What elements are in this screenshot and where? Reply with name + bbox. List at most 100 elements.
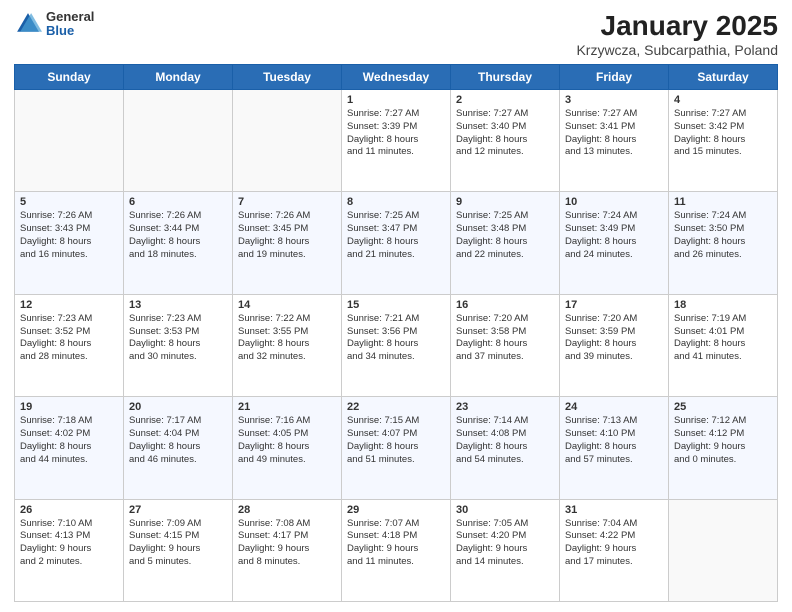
header-sunday: Sunday xyxy=(15,65,124,90)
calendar-cell: 21 Sunrise: 7:16 AM Sunset: 4:05 PM Dayli… xyxy=(233,397,342,499)
days-header-row: Sunday Monday Tuesday Wednesday Thursday… xyxy=(15,65,778,90)
calendar-subtitle: Krzywcza, Subcarpathia, Poland xyxy=(576,42,778,58)
calendar-cell: 22 Sunrise: 7:15 AM Sunset: 4:07 PM Dayli… xyxy=(342,397,451,499)
day-number: 12 xyxy=(20,299,118,311)
day-info: Sunrise: 7:26 AM Sunset: 3:44 PM Dayligh… xyxy=(129,210,227,261)
calendar-week-5: 26 Sunrise: 7:10 AM Sunset: 4:13 PM Dayli… xyxy=(15,499,778,601)
day-number: 11 xyxy=(674,196,772,208)
day-info: Sunrise: 7:27 AM Sunset: 3:42 PM Dayligh… xyxy=(674,108,772,159)
day-info: Sunrise: 7:19 AM Sunset: 4:01 PM Dayligh… xyxy=(674,313,772,364)
calendar-cell: 26 Sunrise: 7:10 AM Sunset: 4:13 PM Dayli… xyxy=(15,499,124,601)
day-info: Sunrise: 7:25 AM Sunset: 3:47 PM Dayligh… xyxy=(347,210,445,261)
day-number: 25 xyxy=(674,401,772,413)
calendar-week-2: 5 Sunrise: 7:26 AM Sunset: 3:43 PM Daylig… xyxy=(15,192,778,294)
day-number: 4 xyxy=(674,94,772,106)
day-info: Sunrise: 7:26 AM Sunset: 3:43 PM Dayligh… xyxy=(20,210,118,261)
calendar-cell: 20 Sunrise: 7:17 AM Sunset: 4:04 PM Dayli… xyxy=(124,397,233,499)
day-number: 17 xyxy=(565,299,663,311)
calendar-cell: 18 Sunrise: 7:19 AM Sunset: 4:01 PM Dayli… xyxy=(669,294,778,396)
day-info: Sunrise: 7:21 AM Sunset: 3:56 PM Dayligh… xyxy=(347,313,445,364)
calendar-table: Sunday Monday Tuesday Wednesday Thursday… xyxy=(14,64,778,602)
header-saturday: Saturday xyxy=(669,65,778,90)
logo-text: General Blue xyxy=(46,10,94,39)
header-tuesday: Tuesday xyxy=(233,65,342,90)
day-number: 2 xyxy=(456,94,554,106)
day-number: 9 xyxy=(456,196,554,208)
day-number: 23 xyxy=(456,401,554,413)
day-number: 28 xyxy=(238,504,336,516)
day-info: Sunrise: 7:20 AM Sunset: 3:58 PM Dayligh… xyxy=(456,313,554,364)
calendar-cell: 2 Sunrise: 7:27 AM Sunset: 3:40 PM Daylig… xyxy=(451,90,560,192)
calendar-cell: 24Sunrise: 7:13 AM Sunset: 4:10 PM Dayli… xyxy=(560,397,669,499)
day-number: 24 xyxy=(565,401,663,413)
day-number: 3 xyxy=(565,94,663,106)
calendar-cell: 15 Sunrise: 7:21 AM Sunset: 3:56 PM Dayli… xyxy=(342,294,451,396)
calendar-cell: 31 Sunrise: 7:04 AM Sunset: 4:22 PM Dayli… xyxy=(560,499,669,601)
calendar-cell: 19 Sunrise: 7:18 AM Sunset: 4:02 PM Dayli… xyxy=(15,397,124,499)
day-number: 18 xyxy=(674,299,772,311)
calendar-cell xyxy=(124,90,233,192)
calendar-cell: 28 Sunrise: 7:08 AM Sunset: 4:17 PM Dayli… xyxy=(233,499,342,601)
day-number: 7 xyxy=(238,196,336,208)
header: General Blue January 2025 Krzywcza, Subc… xyxy=(14,10,778,58)
calendar-cell: 9Sunrise: 7:25 AM Sunset: 3:48 PM Daylig… xyxy=(451,192,560,294)
calendar-cell: 17Sunrise: 7:20 AM Sunset: 3:59 PM Dayli… xyxy=(560,294,669,396)
day-number: 15 xyxy=(347,299,445,311)
title-block: January 2025 Krzywcza, Subcarpathia, Pol… xyxy=(576,10,778,58)
header-thursday: Thursday xyxy=(451,65,560,90)
calendar-cell: 23 Sunrise: 7:14 AM Sunset: 4:08 PM Dayli… xyxy=(451,397,560,499)
calendar-cell: 11Sunrise: 7:24 AM Sunset: 3:50 PM Dayli… xyxy=(669,192,778,294)
day-info: Sunrise: 7:05 AM Sunset: 4:20 PM Dayligh… xyxy=(456,518,554,569)
day-number: 20 xyxy=(129,401,227,413)
calendar-cell: 13 Sunrise: 7:23 AM Sunset: 3:53 PM Dayli… xyxy=(124,294,233,396)
day-number: 30 xyxy=(456,504,554,516)
calendar-week-1: 1Sunrise: 7:27 AM Sunset: 3:39 PM Daylig… xyxy=(15,90,778,192)
logo-icon xyxy=(14,10,42,38)
calendar-cell: 5 Sunrise: 7:26 AM Sunset: 3:43 PM Daylig… xyxy=(15,192,124,294)
day-info: Sunrise: 7:27 AM Sunset: 3:41 PM Dayligh… xyxy=(565,108,663,159)
calendar-body: 1Sunrise: 7:27 AM Sunset: 3:39 PM Daylig… xyxy=(15,90,778,602)
logo-general: General xyxy=(46,10,94,24)
day-info: Sunrise: 7:15 AM Sunset: 4:07 PM Dayligh… xyxy=(347,415,445,466)
day-info: Sunrise: 7:26 AM Sunset: 3:45 PM Dayligh… xyxy=(238,210,336,261)
day-info: Sunrise: 7:18 AM Sunset: 4:02 PM Dayligh… xyxy=(20,415,118,466)
day-info: Sunrise: 7:17 AM Sunset: 4:04 PM Dayligh… xyxy=(129,415,227,466)
day-number: 26 xyxy=(20,504,118,516)
calendar-cell: 16Sunrise: 7:20 AM Sunset: 3:58 PM Dayli… xyxy=(451,294,560,396)
day-info: Sunrise: 7:12 AM Sunset: 4:12 PM Dayligh… xyxy=(674,415,772,466)
calendar-week-3: 12 Sunrise: 7:23 AM Sunset: 3:52 PM Dayli… xyxy=(15,294,778,396)
day-info: Sunrise: 7:23 AM Sunset: 3:53 PM Dayligh… xyxy=(129,313,227,364)
day-number: 27 xyxy=(129,504,227,516)
day-info: Sunrise: 7:04 AM Sunset: 4:22 PM Dayligh… xyxy=(565,518,663,569)
day-info: Sunrise: 7:10 AM Sunset: 4:13 PM Dayligh… xyxy=(20,518,118,569)
calendar-week-4: 19 Sunrise: 7:18 AM Sunset: 4:02 PM Dayli… xyxy=(15,397,778,499)
logo-blue: Blue xyxy=(46,24,94,38)
day-number: 21 xyxy=(238,401,336,413)
calendar-header: Sunday Monday Tuesday Wednesday Thursday… xyxy=(15,65,778,90)
calendar-cell: 27Sunrise: 7:09 AM Sunset: 4:15 PM Dayli… xyxy=(124,499,233,601)
calendar-cell: 12 Sunrise: 7:23 AM Sunset: 3:52 PM Dayli… xyxy=(15,294,124,396)
day-info: Sunrise: 7:23 AM Sunset: 3:52 PM Dayligh… xyxy=(20,313,118,364)
day-number: 1 xyxy=(347,94,445,106)
day-number: 13 xyxy=(129,299,227,311)
calendar-cell xyxy=(233,90,342,192)
logo: General Blue xyxy=(14,10,94,39)
calendar-cell: 25 Sunrise: 7:12 AM Sunset: 4:12 PM Dayli… xyxy=(669,397,778,499)
day-info: Sunrise: 7:16 AM Sunset: 4:05 PM Dayligh… xyxy=(238,415,336,466)
calendar-cell: 3 Sunrise: 7:27 AM Sunset: 3:41 PM Daylig… xyxy=(560,90,669,192)
calendar-cell: 10Sunrise: 7:24 AM Sunset: 3:49 PM Dayli… xyxy=(560,192,669,294)
page: General Blue January 2025 Krzywcza, Subc… xyxy=(0,0,792,612)
day-number: 29 xyxy=(347,504,445,516)
calendar-cell: 4 Sunrise: 7:27 AM Sunset: 3:42 PM Daylig… xyxy=(669,90,778,192)
day-number: 31 xyxy=(565,504,663,516)
day-info: Sunrise: 7:22 AM Sunset: 3:55 PM Dayligh… xyxy=(238,313,336,364)
day-number: 5 xyxy=(20,196,118,208)
day-info: Sunrise: 7:27 AM Sunset: 3:40 PM Dayligh… xyxy=(456,108,554,159)
day-info: Sunrise: 7:08 AM Sunset: 4:17 PM Dayligh… xyxy=(238,518,336,569)
day-info: Sunrise: 7:14 AM Sunset: 4:08 PM Dayligh… xyxy=(456,415,554,466)
day-number: 22 xyxy=(347,401,445,413)
header-friday: Friday xyxy=(560,65,669,90)
day-number: 19 xyxy=(20,401,118,413)
calendar-cell: 1Sunrise: 7:27 AM Sunset: 3:39 PM Daylig… xyxy=(342,90,451,192)
calendar-cell xyxy=(669,499,778,601)
